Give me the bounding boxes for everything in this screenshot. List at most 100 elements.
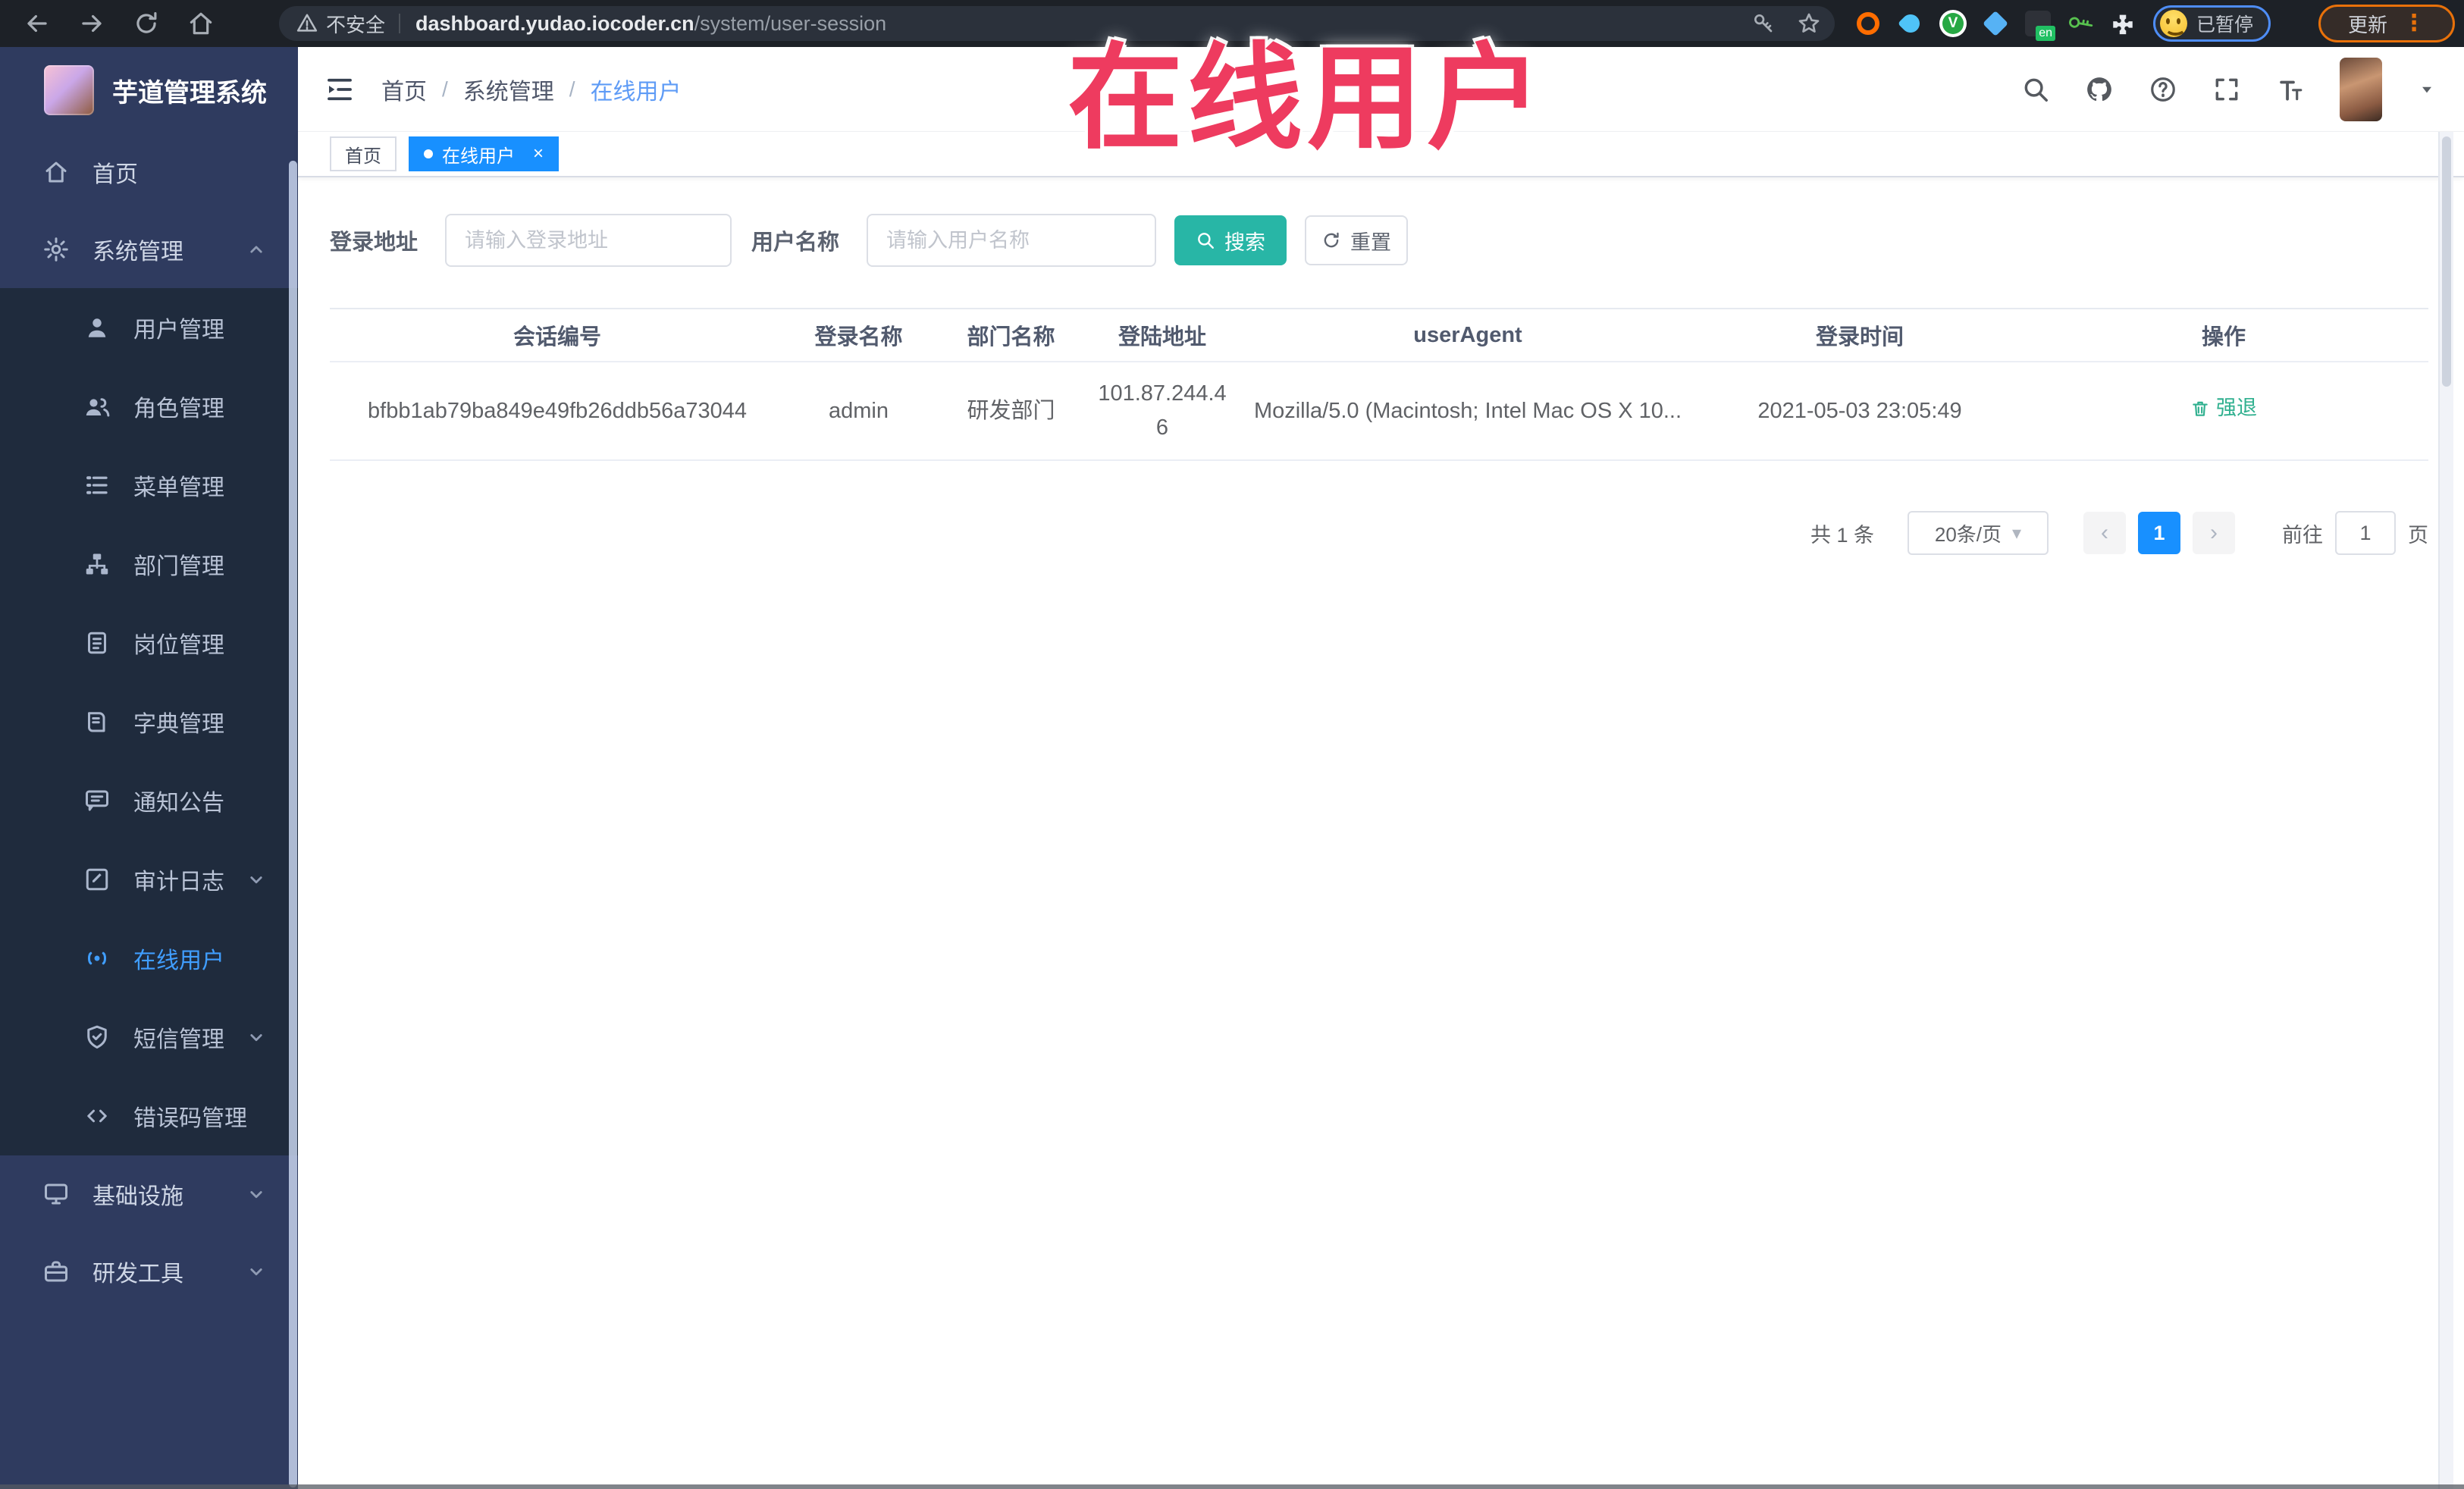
fullscreen-icon[interactable] [2212,75,2241,104]
browser-back-icon[interactable] [23,9,52,38]
refresh-icon [1321,230,1341,250]
extension-translate-icon[interactable]: en [2024,9,2055,41]
sidebar-item-dict-mgmt[interactable]: 字典管理 [0,682,298,761]
cell-session-id: bfbb1ab79ba849e49fb26ddb56a73044 [368,398,747,423]
extension-green-v-icon[interactable]: V [1939,9,1967,38]
extension-blue-drop-icon[interactable] [1896,9,1925,38]
page-1-button[interactable]: 1 [2138,512,2180,554]
sidebar-item-infrastructure[interactable]: 基础设施 [0,1155,298,1233]
close-icon[interactable]: × [533,145,544,163]
security-label[interactable]: 不安全 [326,10,385,38]
prev-page-button[interactable]: ‹ [2083,512,2126,554]
address-bar[interactable]: 不安全 dashboard.yudao.iocoder.cn/system/us… [279,6,1835,41]
screen: 不安全 dashboard.yudao.iocoder.cn/system/us… [0,0,2464,1489]
page-size-select[interactable]: 20条/页 ▾ [1908,511,2049,555]
sidebar-logo-row[interactable]: 芋道管理系统 [0,47,298,133]
hamburger-icon[interactable] [324,74,356,105]
page-scrollbar[interactable] [2438,132,2453,1489]
bookmark-star-icon[interactable] [1797,11,1821,36]
sidebar-item-dev-tools[interactable]: 研发工具 [0,1233,298,1310]
sidebar-item-sms-mgmt[interactable]: 短信管理 [0,998,298,1077]
tab-home[interactable]: 首页 [330,136,397,171]
shield-check-icon [83,1023,111,1051]
home-icon [42,158,70,186]
sidebar-item-audit-log[interactable]: 审计日志 [0,840,298,919]
extension-orange-ring-icon[interactable] [1854,9,1882,38]
col-dept: 部门名称 [967,325,1055,350]
col-actions: 操作 [2201,325,2246,350]
navbar-actions [2021,57,2464,121]
sidebar-item-notice[interactable]: 通知公告 [0,761,298,840]
sidebar-item-dept-mgmt[interactable]: 部门管理 [0,525,298,603]
breadcrumb-separator: / [442,77,448,101]
table-row: bfbb1ab79ba849e49fb26ddb56a73044 admin 研… [330,362,2428,461]
sidebar-item-system[interactable]: 系统管理 [0,211,298,288]
next-page-button[interactable]: › [2193,512,2235,554]
tags-view: 首页 在线用户 × [298,132,2464,177]
browser-forward-icon[interactable] [77,9,106,38]
password-key-icon[interactable] [1751,11,1776,36]
cell-dept: 研发部门 [967,398,1055,423]
browser-toolbar: 不安全 dashboard.yudao.iocoder.cn/system/us… [0,0,2464,47]
sidebar-item-online-users[interactable]: 在线用户 [0,919,298,998]
goto-page-input[interactable] [2335,511,2396,555]
pagination: 共 1 条 20条/页 ▾ ‹ 1 › 前往 页 [330,511,2428,555]
browser-update-button[interactable]: 更新 ⋮ [2318,5,2455,42]
browser-profile-chip[interactable]: 已暂停 [2153,5,2271,42]
breadcrumb-home[interactable]: 首页 [381,73,427,106]
help-icon[interactable] [2149,75,2177,104]
sidebar-scrollbar[interactable] [289,161,297,1487]
chevron-up-icon [245,238,268,261]
browser-reload-icon[interactable] [132,9,161,38]
extension-green-key-icon[interactable] [2066,9,2095,38]
sidebar-item-home[interactable]: 首页 [0,133,298,211]
user-icon [83,314,111,341]
sidebar-item-error-code[interactable]: 错误码管理 [0,1077,298,1155]
user-avatar[interactable] [2340,57,2382,121]
pagination-total: 共 1 条 [1810,523,1874,547]
sessions-table: 会话编号 登录名称 部门名称 登陆地址 userAgent 登录时间 操作 bf… [330,308,2428,461]
scrollbar-thumb[interactable] [2442,136,2451,387]
extensions-row: V en [1854,8,2137,41]
sidebar-item-user-mgmt[interactable]: 用户管理 [0,288,298,367]
breadcrumb-current: 在线用户 [590,79,682,105]
username-input[interactable] [867,214,1157,267]
avatar-caret-down-icon[interactable] [2417,80,2437,99]
sidebar-item-post-mgmt[interactable]: 岗位管理 [0,603,298,682]
users-icon [83,393,111,420]
reset-button[interactable]: 重置 [1305,215,1409,265]
chevron-down-icon [245,868,268,891]
font-size-icon[interactable] [2276,75,2305,104]
omnibox-divider [399,14,401,33]
badge-icon [83,629,111,657]
url-domain: dashboard.yudao.iocoder.cn [415,11,694,35]
search-icon[interactable] [2021,75,2050,104]
browser-menu-kebab-icon[interactable]: ⋮ [2403,12,2425,35]
goto-label: 前往 [2282,523,2323,547]
extension-blue-gem-icon[interactable] [1981,9,2010,38]
col-session-id: 会话编号 [513,325,601,350]
chevron-down-icon: ▾ [2012,522,2022,544]
browser-home-icon[interactable] [187,9,215,38]
sidebar-item-menu-mgmt[interactable]: 菜单管理 [0,446,298,525]
top-navbar: 首页 / 系统管理 / 在线用户 [298,47,2464,132]
app-title: 芋道管理系统 [112,78,267,108]
breadcrumb-system[interactable]: 系统管理 [463,73,554,106]
window-bottom-edge [0,1484,2464,1489]
url-text[interactable]: dashboard.yudao.iocoder.cn/system/user-s… [415,12,886,36]
breadcrumb-separator: / [569,77,575,101]
cell-actions: 强退 [2019,393,2428,429]
login-address-input[interactable] [445,214,732,267]
github-icon[interactable] [2085,75,2114,104]
col-login-time: 登录时间 [1815,325,1904,350]
extensions-puzzle-icon[interactable] [2108,9,2137,38]
chevron-down-icon [245,1026,268,1049]
search-button[interactable]: 搜索 [1174,215,1287,265]
cell-login-time: 2021-05-03 23:05:49 [1757,398,1962,423]
tab-online-users[interactable]: 在线用户 × [409,136,560,171]
search-icon [1196,230,1215,250]
not-secure-icon[interactable] [296,12,318,35]
profile-emoji-icon [2160,10,2187,37]
force-logout-button[interactable]: 强退 [2190,393,2257,425]
sidebar-item-role-mgmt[interactable]: 角色管理 [0,367,298,446]
